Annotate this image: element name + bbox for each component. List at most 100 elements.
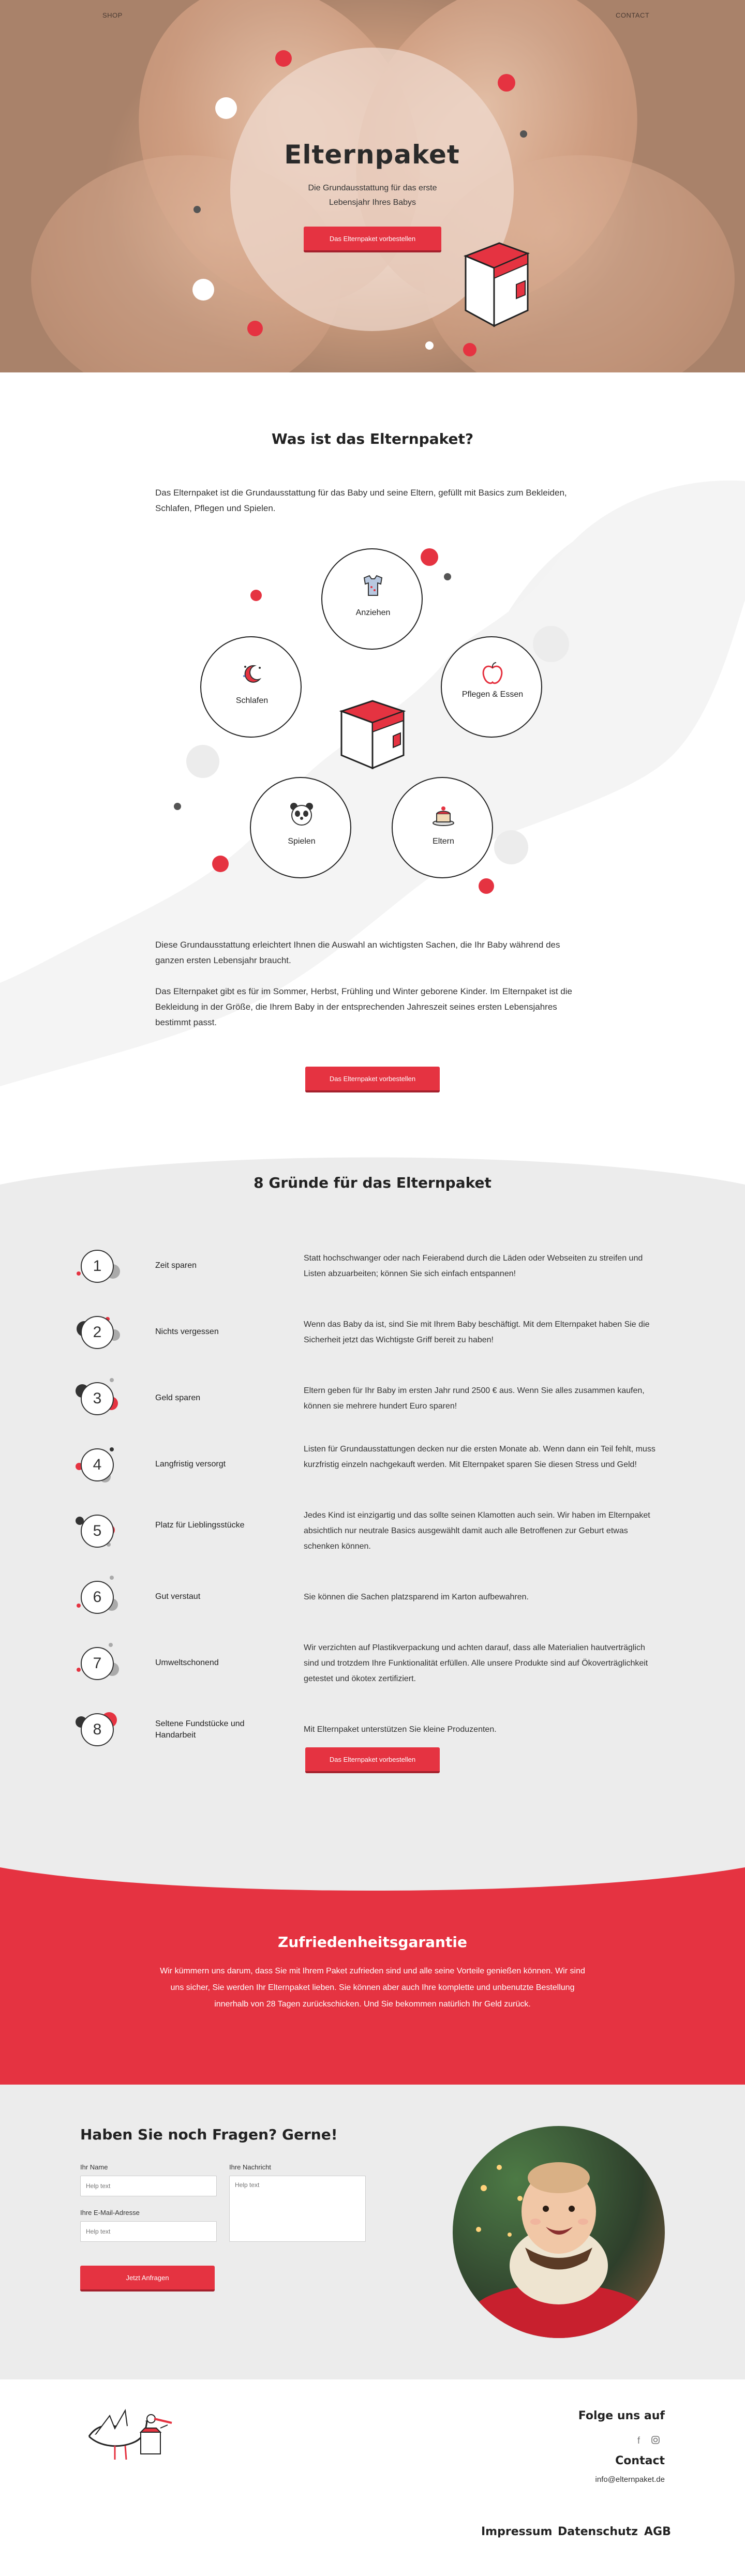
hero-subtitle: Die Grundausstattung für das erste Leben… xyxy=(308,184,437,207)
box-icon xyxy=(463,242,530,327)
contact-section: Haben Sie noch Fragen? Gerne! Ihr Name I… xyxy=(0,2085,745,2379)
what-is-section: Was ist das Elternpaket? Das Elternpaket… xyxy=(0,372,745,1143)
category-label: Anziehen xyxy=(355,608,391,617)
category-eltern: Eltern xyxy=(392,777,493,878)
category-label: Spielen xyxy=(288,837,316,846)
reason-row: 6 Gut verstaut Sie können die Sachen platz… xyxy=(77,1570,667,1637)
section-title: Was ist das Elternpaket? xyxy=(271,430,474,447)
nav-link-shop[interactable]: SHOP xyxy=(102,11,123,19)
paragraph: Das Elternpaket gibt es für im Sommer, H… xyxy=(155,986,572,1027)
decor-dot xyxy=(193,206,201,213)
moon-stars-icon xyxy=(239,661,265,686)
follow-heading: Folge uns auf xyxy=(578,2409,665,2422)
category-label: Eltern xyxy=(433,837,454,846)
apple-icon xyxy=(480,661,505,686)
reason-number: 5 xyxy=(81,1515,114,1548)
contact-heading: Contact xyxy=(615,2454,665,2467)
decor-dot xyxy=(479,878,494,894)
decor-dot xyxy=(77,1604,81,1608)
preorder-button[interactable]: Das Elternpaket vorbestellen xyxy=(305,1067,440,1092)
reason-title: Zeit sparen xyxy=(155,1261,197,1270)
section-title: Haben Sie noch Fragen? Gerne! xyxy=(80,2126,338,2143)
email-field[interactable] xyxy=(80,2221,217,2242)
decor-dot xyxy=(275,50,292,67)
decor-dot xyxy=(494,830,528,864)
decor-dot xyxy=(498,74,515,92)
reason-number: 1 xyxy=(81,1250,114,1283)
message-field[interactable] xyxy=(229,2176,366,2242)
stork-logo xyxy=(88,2408,172,2460)
reason-description: Jedes Kind ist einzigartig und das sollt… xyxy=(304,1511,650,1551)
email-label: Ihre E-Mail-Adresse xyxy=(80,2209,140,2216)
reason-number: 7 xyxy=(81,1647,114,1680)
decor-dot xyxy=(212,856,229,872)
preorder-button[interactable]: Das Elternpaket vorbestellen xyxy=(304,227,441,252)
clothes-icon xyxy=(360,573,386,598)
footer-link-datenschutz[interactable]: Datenschutz xyxy=(558,2525,638,2538)
preorder-button[interactable]: Das Elternpaket vorbestellen xyxy=(305,1747,440,1773)
footer-link-agb[interactable]: AGB xyxy=(644,2525,671,2538)
reason-number: 6 xyxy=(81,1581,114,1614)
decor-dot xyxy=(174,803,181,810)
reason-description: Wir verzichten auf Plastikverpackung und… xyxy=(304,1643,648,1683)
reason-description: Eltern geben für Ihr Baby im ersten Jahr… xyxy=(304,1386,645,1411)
message-label: Ihre Nachricht xyxy=(229,2163,271,2171)
category-spielen: Spielen xyxy=(250,777,351,878)
hero-section: SHOP CONTACT Elternpaket Die Grundaussta… xyxy=(0,0,745,372)
reason-row: 5 Platz für Lieblingsstücke Jedes Kind ist… xyxy=(76,1504,667,1570)
reason-row: 7 Umweltschonend Wir verzichten auf Plasti… xyxy=(77,1637,667,1703)
reason-title: Geld sparen xyxy=(155,1394,201,1402)
decor-dot xyxy=(110,1576,114,1580)
decor-dot xyxy=(247,321,263,336)
baby-photo-illustration xyxy=(471,2162,647,2338)
decor-dot xyxy=(463,343,476,356)
decor-dot xyxy=(425,341,434,350)
category-label: Schlafen xyxy=(235,696,269,705)
reason-number: 4 xyxy=(81,1448,114,1481)
decor-dot xyxy=(110,1447,114,1451)
reason-row: 3 Geld sparen Eltern geben für Ihr Baby im… xyxy=(76,1372,667,1438)
reason-description: Statt hochschwanger oder nach Feierabend… xyxy=(304,1254,643,1278)
box-icon xyxy=(339,700,406,770)
reason-title: Seltene Fundstücke und Handarbeit xyxy=(155,1719,245,1740)
decor-dot xyxy=(215,97,237,119)
reason-title: Langfristig versorgt xyxy=(155,1460,226,1469)
decor-dot xyxy=(77,1668,81,1672)
intro-paragraph: Das Elternpaket ist die Grundausstattung… xyxy=(155,488,567,513)
hero-title: Elternpaket xyxy=(284,140,460,170)
category-anziehen: Anziehen xyxy=(321,548,423,650)
decor-dot xyxy=(109,1643,113,1647)
category-pflegen-essen: Pflegen & Essen xyxy=(441,636,542,738)
nav-link-contact[interactable]: CONTACT xyxy=(616,11,649,19)
guarantee-section: Zufriedenheitsgarantie Wir kümmern uns d… xyxy=(0,1857,745,2085)
reason-row: 1 Zeit sparen Statt hochschwanger oder nac… xyxy=(77,1239,667,1306)
reason-title: Gut verstaut xyxy=(155,1592,201,1601)
section-title: 8 Gründe für das Elternpaket xyxy=(254,1174,491,1191)
name-field[interactable] xyxy=(80,2176,217,2196)
decor-dot xyxy=(192,279,214,301)
cake-icon xyxy=(430,801,456,827)
decor-dot xyxy=(421,548,438,566)
footer-link-impressum[interactable]: Impressum xyxy=(481,2525,552,2538)
submit-button[interactable]: Jetzt Anfragen xyxy=(80,2266,215,2292)
instagram-icon[interactable] xyxy=(651,2435,660,2447)
reason-number: 8 xyxy=(81,1713,114,1746)
decor-dot xyxy=(520,130,527,138)
decor-dot xyxy=(250,590,262,601)
reason-number: 3 xyxy=(81,1382,114,1415)
guarantee-text: Wir kümmern uns darum, dass Sie mit Ihre… xyxy=(160,1967,585,2009)
paragraph: Diese Grundausstattung erleichtert Ihnen… xyxy=(155,940,560,965)
reason-row: 4 Langfristig versorgt Listen für Grundaus… xyxy=(76,1438,667,1504)
decor-dot xyxy=(533,626,569,662)
decor-dot xyxy=(77,1271,81,1276)
category-label: Pflegen & Essen xyxy=(461,690,524,699)
footer: Folge uns auf f Contact info@elternpaket… xyxy=(0,2379,745,2576)
email-link[interactable]: info@elternpaket.de xyxy=(543,2475,665,2484)
reason-title: Umweltschonend xyxy=(155,1658,219,1667)
reason-number: 2 xyxy=(81,1316,114,1349)
category-schlafen: Schlafen xyxy=(200,636,302,738)
decor-dot xyxy=(110,1378,114,1382)
reason-title: Nichts vergessen xyxy=(155,1327,219,1336)
decor-dot xyxy=(186,745,219,778)
facebook-icon[interactable]: f xyxy=(637,2435,640,2446)
